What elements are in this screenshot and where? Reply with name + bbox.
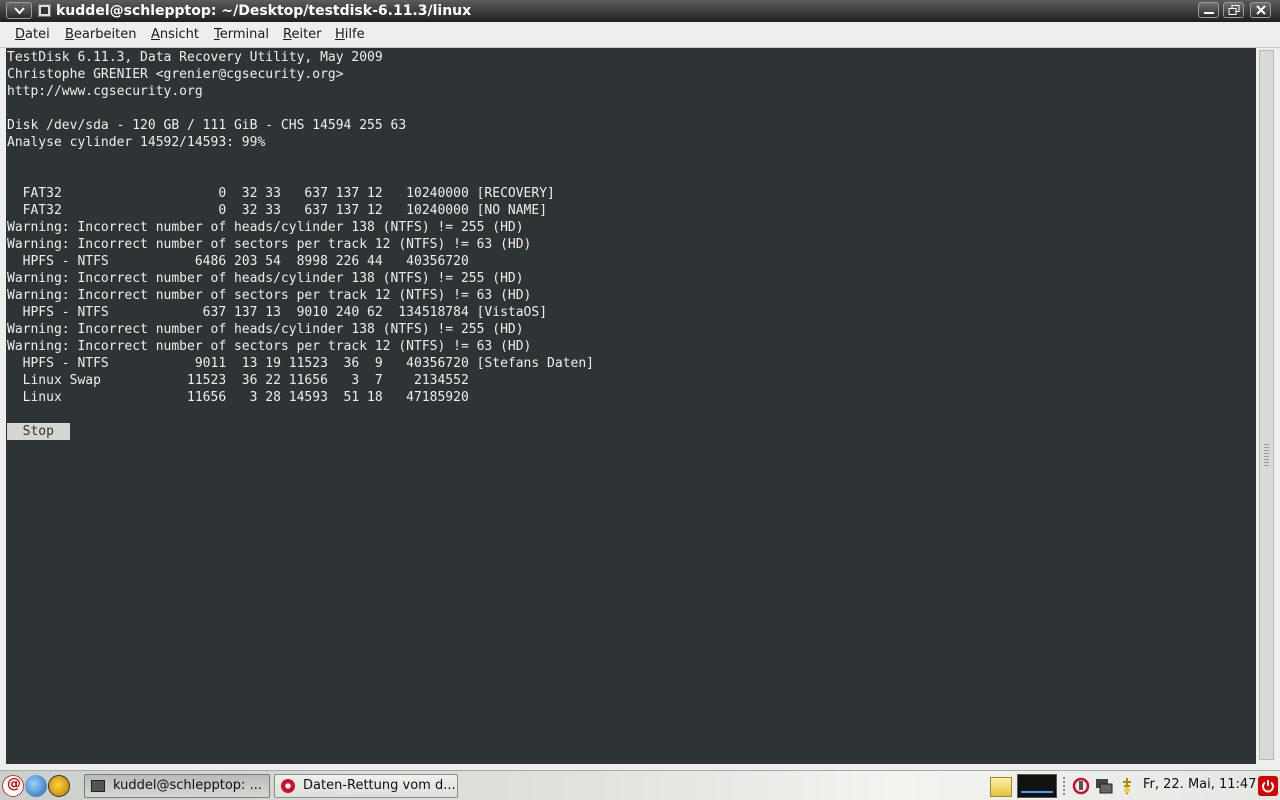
menubar: Datei Bearbeiten Ansicht Terminal Reiter… — [0, 22, 1280, 48]
network-icon[interactable] — [1094, 777, 1114, 795]
task-terminal[interactable]: kuddel@schlepptop: ... — [84, 774, 270, 798]
taskbar: kuddel@schlepptop: ... Daten-Rettung vom… — [0, 770, 1280, 800]
scrollbar-grip[interactable] — [1264, 444, 1269, 466]
terminal-line: Warning: Incorrect number of sectors per… — [7, 237, 532, 252]
terminal-line: Christophe GRENIER <grenier@cgsecurity.o… — [7, 67, 344, 82]
folder-icon[interactable] — [990, 777, 1012, 797]
menu-terminal[interactable]: Terminal — [214, 27, 269, 43]
terminal-line: Warning: Incorrect number of heads/cylin… — [7, 271, 524, 286]
system-monitor-icon[interactable] — [1017, 774, 1057, 798]
terminal-line: Warning: Incorrect number of heads/cylin… — [7, 220, 524, 235]
browser-icon — [281, 779, 295, 793]
power-icon — [1262, 780, 1274, 793]
terminal-line: Linux 11656 3 28 14593 51 18 47185920 — [7, 390, 469, 405]
logout-button[interactable] — [1258, 776, 1278, 796]
tray-separator — [1063, 777, 1065, 795]
terminal-line: FAT32 0 32 33 637 137 12 10240000 [NO NA… — [7, 203, 548, 218]
terminal-line: FAT32 0 32 33 637 137 12 10240000 [RECOV… — [7, 186, 555, 201]
terminal-line: Linux Swap 11523 36 22 11656 3 7 2134552 — [7, 373, 469, 388]
debian-menu-icon[interactable] — [2, 775, 24, 797]
window-title: kuddel@schlepptop: ~/Desktop/testdisk-6.… — [56, 3, 472, 19]
terminal-line: HPFS - NTFS 9011 13 19 11523 36 9 403567… — [7, 356, 594, 371]
menu-bearbeiten[interactable]: Bearbeiten — [65, 27, 136, 43]
maximize-button[interactable] — [1223, 2, 1244, 18]
window-menu-button[interactable] — [6, 2, 32, 19]
close-button[interactable] — [1250, 2, 1271, 18]
terminal-line: Warning: Incorrect number of sectors per… — [7, 288, 532, 303]
terminal-icon — [91, 780, 105, 792]
task-label: kuddel@schlepptop: ... — [113, 778, 262, 793]
minimize-button[interactable] — [1198, 2, 1219, 18]
terminal-output: TestDisk 6.11.3, Data Recovery Utility, … — [6, 49, 1256, 440]
battery-icon[interactable] — [1120, 777, 1134, 795]
terminal-line: Warning: Incorrect number of heads/cylin… — [7, 322, 524, 337]
terminal-line: Analyse cylinder 14592/14593: 99% — [7, 135, 266, 150]
menu-reiter[interactable]: Reiter — [283, 27, 322, 43]
settings-launcher-icon[interactable] — [48, 775, 70, 797]
update-notifier-icon[interactable] — [1072, 777, 1090, 795]
window-titlebar[interactable]: kuddel@schlepptop: ~/Desktop/testdisk-6.… — [0, 0, 1280, 22]
chevron-down-icon — [14, 7, 25, 15]
menu-datei[interactable]: Datei — [15, 27, 50, 43]
task-label: Daten-Rettung vom d... — [303, 778, 456, 793]
terminal-line: Warning: Incorrect number of sectors per… — [7, 339, 532, 354]
menu-ansicht[interactable]: Ansicht — [151, 27, 199, 43]
close-icon — [1256, 5, 1266, 15]
terminal-line: HPFS - NTFS 6486 203 54 8998 226 44 4035… — [7, 254, 469, 269]
terminal-line: HPFS - NTFS 637 137 13 9010 240 62 13451… — [7, 305, 548, 320]
terminal-icon — [38, 4, 51, 17]
terminal-line: Disk /dev/sda - 120 GB / 111 GiB - CHS 1… — [7, 118, 407, 133]
terminal-line: http://www.cgsecurity.org — [7, 84, 203, 99]
maximize-icon — [1228, 5, 1240, 15]
terminal-scrollbar[interactable] — [1256, 48, 1280, 766]
menu-hilfe[interactable]: Hilfe — [335, 27, 365, 43]
minimize-icon — [1204, 12, 1214, 14]
terminal-line: TestDisk 6.11.3, Data Recovery Utility, … — [7, 50, 383, 65]
clock[interactable]: Fr, 22. Mai, 11:47 — [1143, 777, 1256, 792]
browser-launcher-icon[interactable] — [25, 775, 47, 797]
scrollbar-trough[interactable] — [1259, 50, 1274, 760]
terminal-area[interactable]: TestDisk 6.11.3, Data Recovery Utility, … — [6, 49, 1256, 764]
task-browser[interactable]: Daten-Rettung vom d... — [274, 774, 458, 798]
stop-button[interactable]: Stop — [7, 423, 70, 440]
